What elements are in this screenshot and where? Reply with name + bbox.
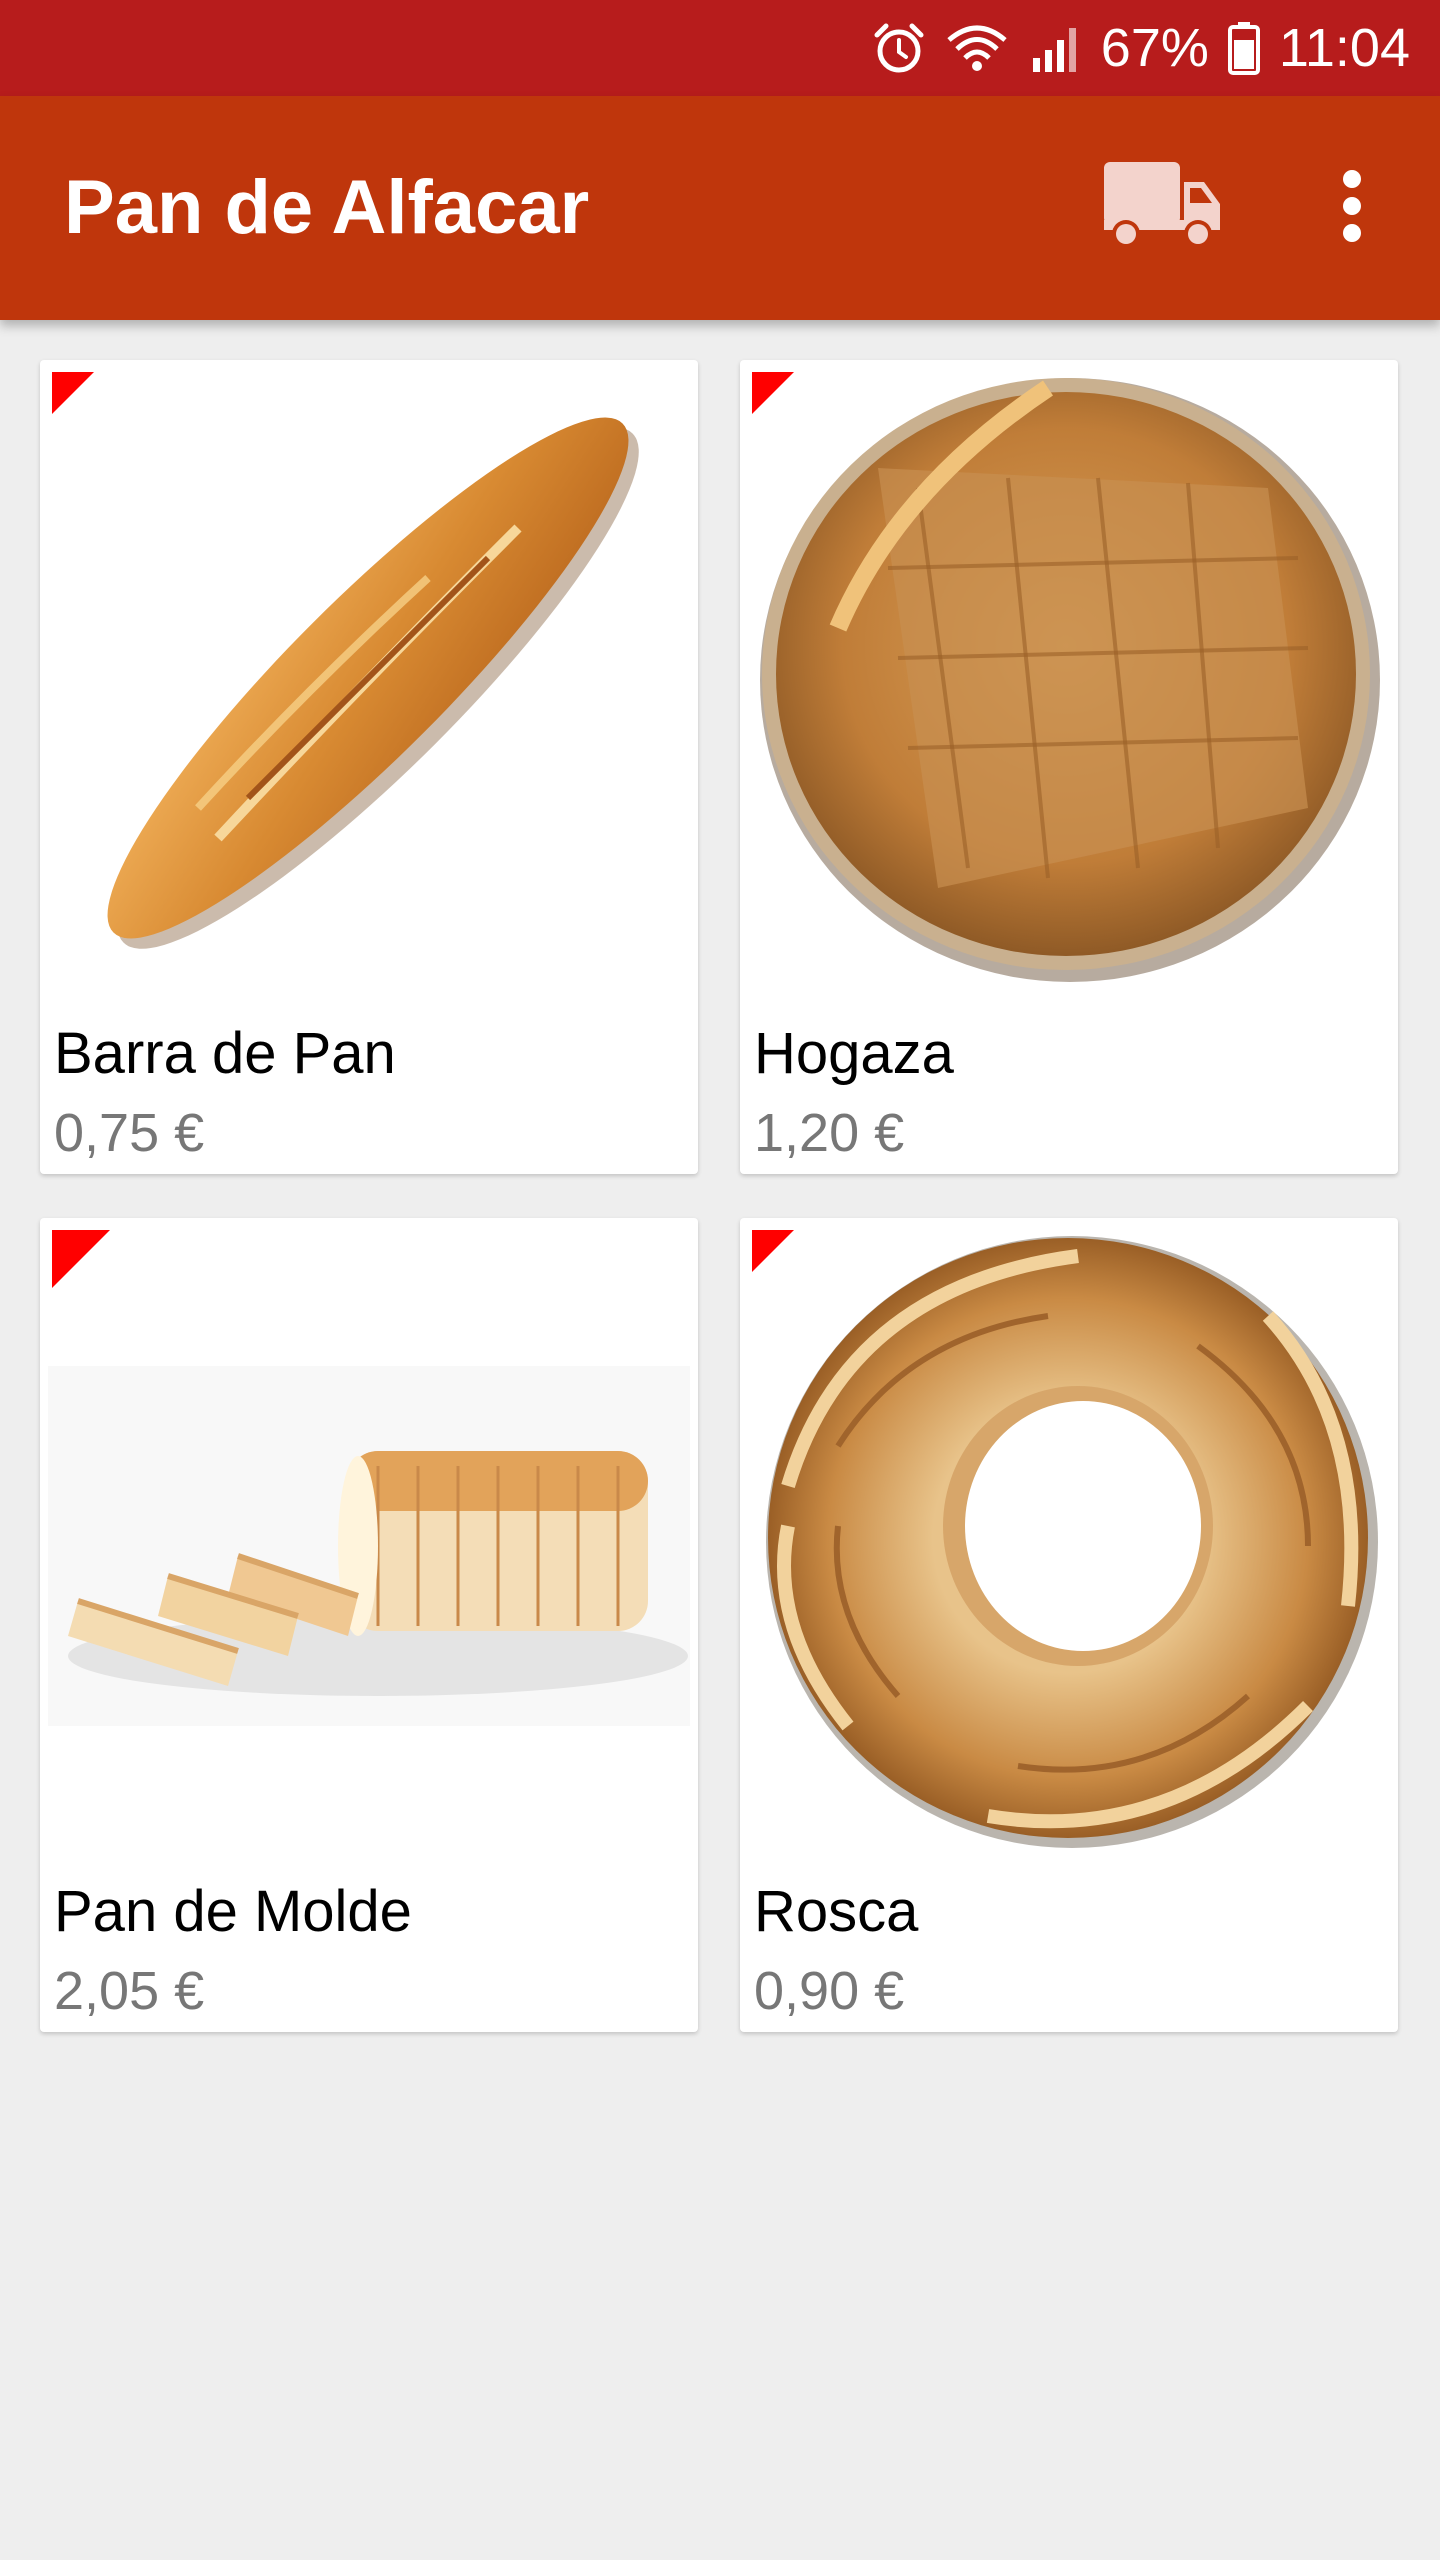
product-price: 0,90 €	[754, 1961, 905, 2021]
product-name: Barra de Pan	[54, 1021, 396, 1086]
clock: 11:04	[1278, 18, 1410, 78]
product-name: Pan de Molde	[54, 1879, 412, 1944]
product-image	[748, 1226, 1390, 1848]
alarm-icon	[871, 20, 927, 76]
product-card-rosca[interactable]: Rosca 0,90 €	[740, 1218, 1398, 2032]
corner-flag-icon	[752, 1230, 794, 1272]
battery-percent: 67%	[1100, 18, 1209, 78]
status-bar: 67% 11:04	[0, 0, 1440, 96]
battery-icon	[1227, 20, 1261, 76]
product-card-molde[interactable]: Pan de Molde 2,05 €	[40, 1218, 698, 2032]
product-price: 0,75 €	[54, 1103, 205, 1163]
corner-flag-icon	[52, 372, 94, 414]
page-title: Pan de Alfacar	[64, 165, 590, 250]
wifi-icon	[945, 20, 1009, 76]
more-vert-icon	[1340, 169, 1364, 248]
overflow-menu-button[interactable]	[1320, 158, 1384, 258]
product-image	[748, 368, 1390, 990]
delivery-button[interactable]	[1100, 156, 1224, 260]
app-bar: Pan de Alfacar	[0, 96, 1440, 320]
product-card-barra[interactable]: Barra de Pan 0,75 €	[40, 360, 698, 1174]
product-image	[48, 368, 690, 990]
product-price: 2,05 €	[54, 1961, 205, 2021]
corner-flag-icon	[752, 372, 794, 414]
product-card-hogaza[interactable]: Hogaza 1,20 €	[740, 360, 1398, 1174]
truck-icon	[1100, 158, 1224, 259]
product-name: Rosca	[754, 1879, 919, 1944]
product-price: 1,20 €	[754, 1103, 905, 1163]
product-name: Hogaza	[754, 1021, 954, 1086]
signal-icon	[1027, 20, 1083, 76]
corner-flag-icon	[52, 1230, 110, 1288]
product-image	[48, 1226, 690, 1848]
